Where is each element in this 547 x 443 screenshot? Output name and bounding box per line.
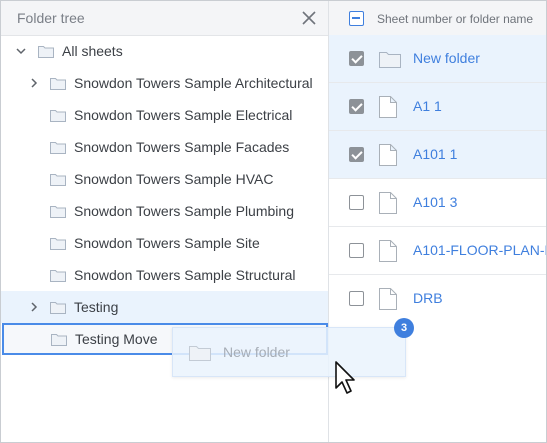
tree-item-label: Snowdon Towers Sample Structural [74,267,296,283]
sheet-name-link[interactable]: A101 1 [413,146,457,162]
sheet-document-icon [379,144,397,166]
folder-icon [38,46,54,58]
tree-item-label: Testing Move [75,331,158,347]
drag-count-badge: 3 [394,318,414,338]
tree-item-label: Snowdon Towers Sample Site [74,235,260,251]
row-checkbox[interactable] [349,291,364,306]
folder-tree-title: Folder tree [17,10,85,26]
sheet-name-link[interactable]: A101-FLOOR-PLAN-L [413,242,546,258]
tree-item-label: Snowdon Towers Sample Plumbing [74,203,294,219]
row-checkbox[interactable] [349,51,364,66]
chevron-right-icon[interactable] [28,301,40,313]
tree-item-plumbing[interactable]: Snowdon Towers Sample Plumbing [1,195,328,227]
folder-icon [50,174,66,186]
tree-item-all-sheets[interactable]: All sheets [1,35,328,67]
sheet-browser: Folder tree All sheets Snowdon Towers Sa… [0,0,547,443]
tree-item-label: Snowdon Towers Sample HVAC [74,171,274,187]
folder-icon [50,78,66,90]
folder-icon [51,334,67,346]
sheet-row-new-folder[interactable]: New folder [329,35,546,83]
row-checkbox[interactable] [349,147,364,162]
folder-icon [50,270,66,282]
tree-item-label: Snowdon Towers Sample Facades [74,139,290,155]
tree-item-architectural[interactable]: Snowdon Towers Sample Architectural [1,67,328,99]
sheet-document-icon [379,288,397,310]
sheet-name-link[interactable]: A101 3 [413,194,457,210]
sheet-name-link[interactable]: DRB [413,290,443,306]
folder-icon [50,206,66,218]
tree-item-testing[interactable]: Testing [1,291,328,323]
folder-icon [50,238,66,250]
tree-item-hvac[interactable]: Snowdon Towers Sample HVAC [1,163,328,195]
close-icon[interactable] [300,9,318,27]
tree-item-label: Snowdon Towers Sample Architectural [74,75,313,91]
tree-item-label: All sheets [62,43,123,59]
row-checkbox[interactable] [349,195,364,210]
drag-preview-label: New folder [223,344,290,360]
folder-icon [50,142,66,154]
sheet-name-link[interactable]: New folder [413,50,480,66]
chevron-right-icon[interactable] [28,77,40,89]
tree-item-electrical[interactable]: Snowdon Towers Sample Electrical [1,99,328,131]
select-all-checkbox[interactable] [349,11,364,26]
tree-item-site[interactable]: Snowdon Towers Sample Site [1,227,328,259]
folder-tree-header: Folder tree [1,1,328,36]
row-checkbox[interactable] [349,243,364,258]
tree-item-structural[interactable]: Snowdon Towers Sample Structural [1,259,328,291]
tree-item-facades[interactable]: Snowdon Towers Sample Facades [1,131,328,163]
folder-icon [50,110,66,122]
folder-icon [50,302,66,314]
sheet-name-link[interactable]: A1 1 [413,98,442,114]
sheet-document-icon [379,240,397,262]
folder-icon [189,346,211,361]
chevron-down-icon[interactable] [15,45,27,57]
folder-icon [379,52,401,68]
sheet-row-a1-1[interactable]: A1 1 [329,83,546,131]
sheet-document-icon [379,96,397,118]
tree-item-label: Snowdon Towers Sample Electrical [74,107,293,123]
drag-preview: New folder [172,327,406,377]
sheet-document-icon [379,192,397,214]
row-checkbox[interactable] [349,99,364,114]
mouse-cursor-icon [335,361,355,394]
column-header-name[interactable]: Sheet number or folder name [377,12,533,26]
sheet-list-header: Sheet number or folder name [329,1,546,36]
sheet-row-a101-3[interactable]: A101 3 [329,179,546,227]
sheet-row-drb[interactable]: DRB [329,275,546,323]
sheet-row-a101-floor-plan[interactable]: A101-FLOOR-PLAN-L [329,227,546,275]
sheet-row-a101-1[interactable]: A101 1 [329,131,546,179]
tree-item-label: Testing [74,299,119,315]
